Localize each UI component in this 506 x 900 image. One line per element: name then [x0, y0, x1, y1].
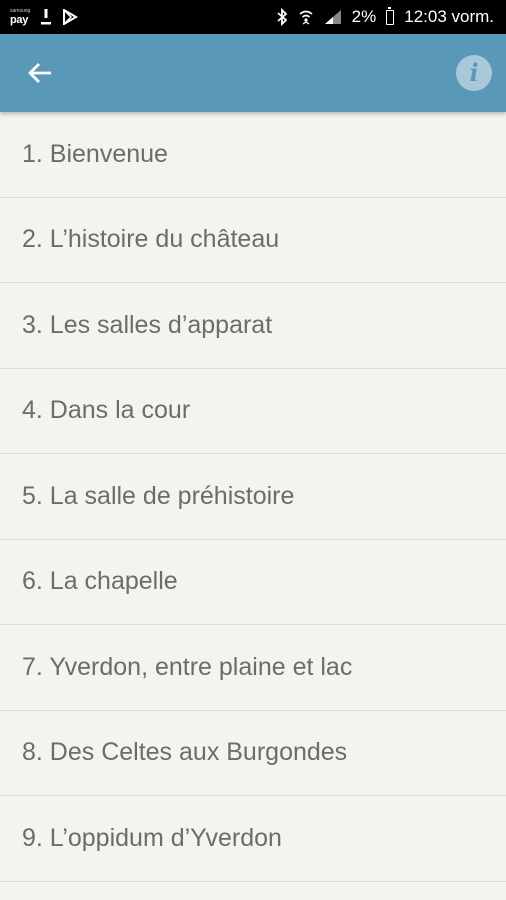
list-item-label: 9. L’oppidum d’Yverdon: [22, 823, 282, 852]
list-item-label: 1. Bienvenue: [22, 139, 168, 168]
list-item[interactable]: 3. Les salles d’apparat: [0, 283, 506, 369]
list-item[interactable]: 2. L’histoire du château: [0, 198, 506, 283]
list-item[interactable]: 9. L’oppidum d’Yverdon: [0, 796, 506, 882]
bluetooth-icon: [276, 8, 288, 26]
status-bar-right: 2% 12:03 vorm.: [276, 6, 494, 27]
info-icon: i: [469, 58, 479, 87]
list-item-label: 4. Dans la cour: [22, 396, 191, 425]
list-item[interactable]: 1. Bienvenue: [0, 112, 506, 198]
download-icon: [40, 8, 52, 26]
list-item[interactable]: 7. Yverdon, entre plaine et lac: [0, 625, 506, 711]
samsung-pay-icon: samsung pay: [10, 7, 31, 26]
battery-icon: [386, 6, 395, 25]
list-item-label: 5. La salle de préhistoire: [22, 481, 295, 510]
play-store-icon: [62, 9, 79, 25]
list-item-label: 6. La chapelle: [22, 567, 178, 596]
list-item[interactable]: 4. Dans la cour: [0, 369, 506, 454]
list-item-label: 2. L’histoire du château: [22, 225, 280, 254]
list-item-label: 3. Les salles d’apparat: [22, 310, 273, 339]
wifi-icon: [298, 8, 314, 26]
list-item[interactable]: 5. La salle de préhistoire: [0, 454, 506, 540]
signal-icon: [324, 9, 342, 25]
list-item-label: 8. Des Celtes aux Burgondes: [22, 738, 348, 767]
back-button[interactable]: [24, 57, 56, 89]
pay-label: pay: [10, 13, 29, 26]
list-item[interactable]: 8. Des Celtes aux Burgondes: [0, 711, 506, 796]
list-item-label: 7. Yverdon, entre plaine et lac: [22, 652, 353, 681]
chapter-list: 1. Bienvenue 2. L’histoire du château 3.…: [0, 112, 506, 882]
pay-brand: samsung: [10, 7, 31, 14]
status-bar-left: samsung pay: [10, 7, 79, 26]
info-button[interactable]: i: [456, 55, 492, 91]
list-item[interactable]: 6. La chapelle: [0, 540, 506, 625]
arrow-left-icon: [28, 63, 51, 83]
app-bar: i: [0, 34, 506, 112]
battery-percent: 2%: [351, 7, 377, 26]
clock: 12:03 vorm.: [404, 7, 494, 26]
status-bar: samsung pay 2% 12:03 vorm.: [0, 0, 506, 34]
